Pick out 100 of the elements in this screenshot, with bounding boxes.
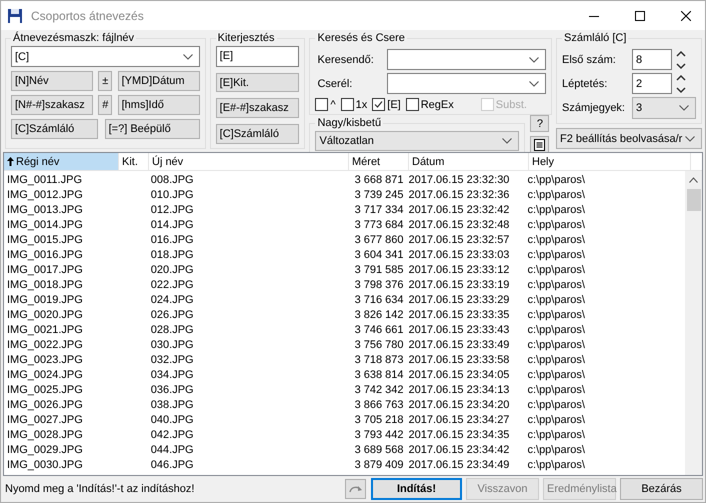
table-cell: 3 604 341: [354, 248, 404, 260]
action-button[interactable]: Bezárás: [620, 478, 703, 500]
table-cell: IMG_0027.JPG: [7, 414, 83, 426]
table-cell: c:\pp\paros\: [527, 354, 585, 366]
table-cell: IMG_0012.JPG: [7, 188, 83, 200]
table-cell: 018.JPG: [150, 248, 194, 260]
chevron-icon: [529, 56, 540, 62]
field-label: Számjegyek:: [562, 102, 626, 114]
table-cell: 2017.06.15 23:33:19: [408, 278, 510, 290]
table-cell: c:\pp\paros\: [527, 428, 585, 440]
first-number-field[interactable]: 8: [632, 49, 672, 70]
table-cell: c:\pp\paros\: [527, 204, 585, 216]
chevron-icon: [679, 105, 690, 111]
table-cell: IMG_0022.JPG: [7, 338, 83, 350]
spinner-icon[interactable]: [676, 74, 686, 94]
table-cell: c:\pp\paros\: [527, 384, 585, 396]
spinner-icon[interactable]: [676, 50, 686, 70]
table-cell: 2017.06.15 23:32:30: [408, 174, 510, 186]
mask-button[interactable]: [YMD]Dátum: [118, 71, 200, 91]
table-cell: 3 756 780: [354, 338, 404, 350]
mask-button[interactable]: [=?] Beépülő: [104, 119, 200, 139]
table-cell: 3 826 142: [354, 308, 404, 320]
mask-button[interactable]: [hms]Idő: [118, 95, 200, 115]
help-button[interactable]: ?: [530, 115, 550, 132]
table-cell: IMG_0018.JPG: [7, 278, 83, 290]
mask-button[interactable]: ±: [98, 71, 112, 91]
checkbox-label: ^: [330, 98, 336, 110]
table-cell: 010.JPG: [150, 188, 194, 200]
table-cell: 016.JPG: [150, 234, 194, 246]
table-cell: 2017.06.15 23:34:27: [408, 414, 510, 426]
column-header[interactable]: Méret: [349, 153, 409, 170]
table-cell: IMG_0017.JPG: [7, 264, 83, 276]
extension-button[interactable]: [E]Kit.: [216, 72, 300, 92]
table-cell: c:\pp\paros\: [527, 324, 585, 336]
table-cell: IMG_0020.JPG: [7, 308, 83, 320]
replace-dropdown[interactable]: [387, 73, 546, 94]
table-cell: 3 746 661: [354, 324, 404, 336]
action-button[interactable]: Indítás!: [371, 478, 462, 500]
table-cell: c:\pp\paros\: [527, 174, 585, 186]
table-cell: 2017.06.15 23:32:57: [408, 234, 510, 246]
table-cell: IMG_0014.JPG: [7, 218, 83, 230]
search-dropdown[interactable]: [387, 49, 546, 70]
table-cell: 032.JPG: [150, 354, 194, 366]
table-cell: 024.JPG: [150, 294, 194, 306]
field-label: Cserél:: [316, 78, 354, 90]
table-cell: 3 879 409: [354, 458, 404, 470]
table-cell: IMG_0013.JPG: [7, 204, 83, 216]
step-field[interactable]: 2: [632, 73, 672, 94]
scrollbar-thumb[interactable]: [686, 189, 700, 211]
table-cell: IMG_0025.JPG: [7, 384, 83, 396]
table-cell: c:\pp\paros\: [527, 188, 585, 200]
table-cell: 036.JPG: [150, 384, 194, 396]
window-title: Csoportos átnevezés: [31, 8, 144, 22]
settings-dropdown[interactable]: F2 beállítás beolvasása/r: [556, 128, 702, 149]
checkbox[interactable]: [340, 98, 354, 111]
mask-button[interactable]: #: [98, 95, 112, 115]
mask-button[interactable]: [N]Név: [11, 71, 93, 91]
close-icon[interactable]: [681, 10, 691, 20]
checkbox[interactable]: [406, 98, 419, 111]
checkbox[interactable]: [372, 98, 386, 111]
refresh-button[interactable]: [345, 479, 366, 499]
table-cell: IMG_0021.JPG: [7, 324, 83, 336]
digits-dropdown[interactable]: 3: [632, 97, 696, 119]
table-cell: 2017.06.15 23:33:43: [408, 324, 510, 336]
status-message: Nyomd meg a 'Indítás!'-t az indításhoz!: [5, 483, 196, 495]
column-header[interactable]: Kit.: [119, 153, 149, 170]
checkbox[interactable]: [315, 98, 328, 111]
document-button[interactable]: [530, 136, 550, 153]
table-cell: IMG_0015.JPG: [7, 234, 83, 246]
table-cell: 3 677 860: [354, 234, 404, 246]
case-dropdown[interactable]: Változatlan: [315, 131, 520, 151]
table-cell: IMG_0028.JPG: [7, 428, 83, 440]
group-title: Kiterjesztés: [216, 32, 276, 44]
extension-field[interactable]: [E]: [216, 46, 300, 67]
column-header[interactable]: Dátum: [409, 153, 529, 170]
table-cell: c:\pp\paros\: [527, 444, 585, 456]
table-cell: c:\pp\paros\: [527, 398, 585, 410]
table-cell: IMG_0023.JPG: [7, 354, 83, 366]
table-cell: 3 717 334: [354, 204, 404, 216]
table-cell: 2017.06.15 23:34:49: [408, 458, 510, 470]
table-cell: 2017.06.15 23:32:42: [408, 204, 510, 216]
group-title: Átnevezésmaszk: fájlnév: [12, 32, 136, 44]
scrollbar[interactable]: [685, 171, 702, 475]
extension-button[interactable]: [C]Számláló: [216, 124, 300, 144]
group-title: Keresés és Csere: [316, 32, 406, 44]
table-cell: 2017.06.15 23:33:29: [408, 294, 510, 306]
mask-dropdown[interactable]: [C]: [11, 46, 200, 67]
maximize-icon[interactable]: [635, 10, 645, 20]
column-header[interactable]: Régi név: [4, 153, 119, 170]
column-header[interactable]: Új név: [149, 153, 349, 170]
table-cell: 2017.06.15 23:32:48: [408, 218, 510, 230]
group-title: Számláló [C]: [563, 32, 628, 44]
table-cell: 022.JPG: [150, 278, 194, 290]
scroll-up-icon[interactable]: [689, 177, 698, 183]
mask-button[interactable]: [N#-#]szakasz: [11, 95, 93, 115]
extension-button[interactable]: [E#-#]szakasz: [216, 98, 300, 118]
table-cell: 3 668 871: [354, 174, 404, 186]
column-header[interactable]: Hely: [529, 153, 691, 170]
mask-button[interactable]: [C]Számláló: [11, 119, 98, 139]
table-cell: c:\pp\paros\: [527, 278, 585, 290]
